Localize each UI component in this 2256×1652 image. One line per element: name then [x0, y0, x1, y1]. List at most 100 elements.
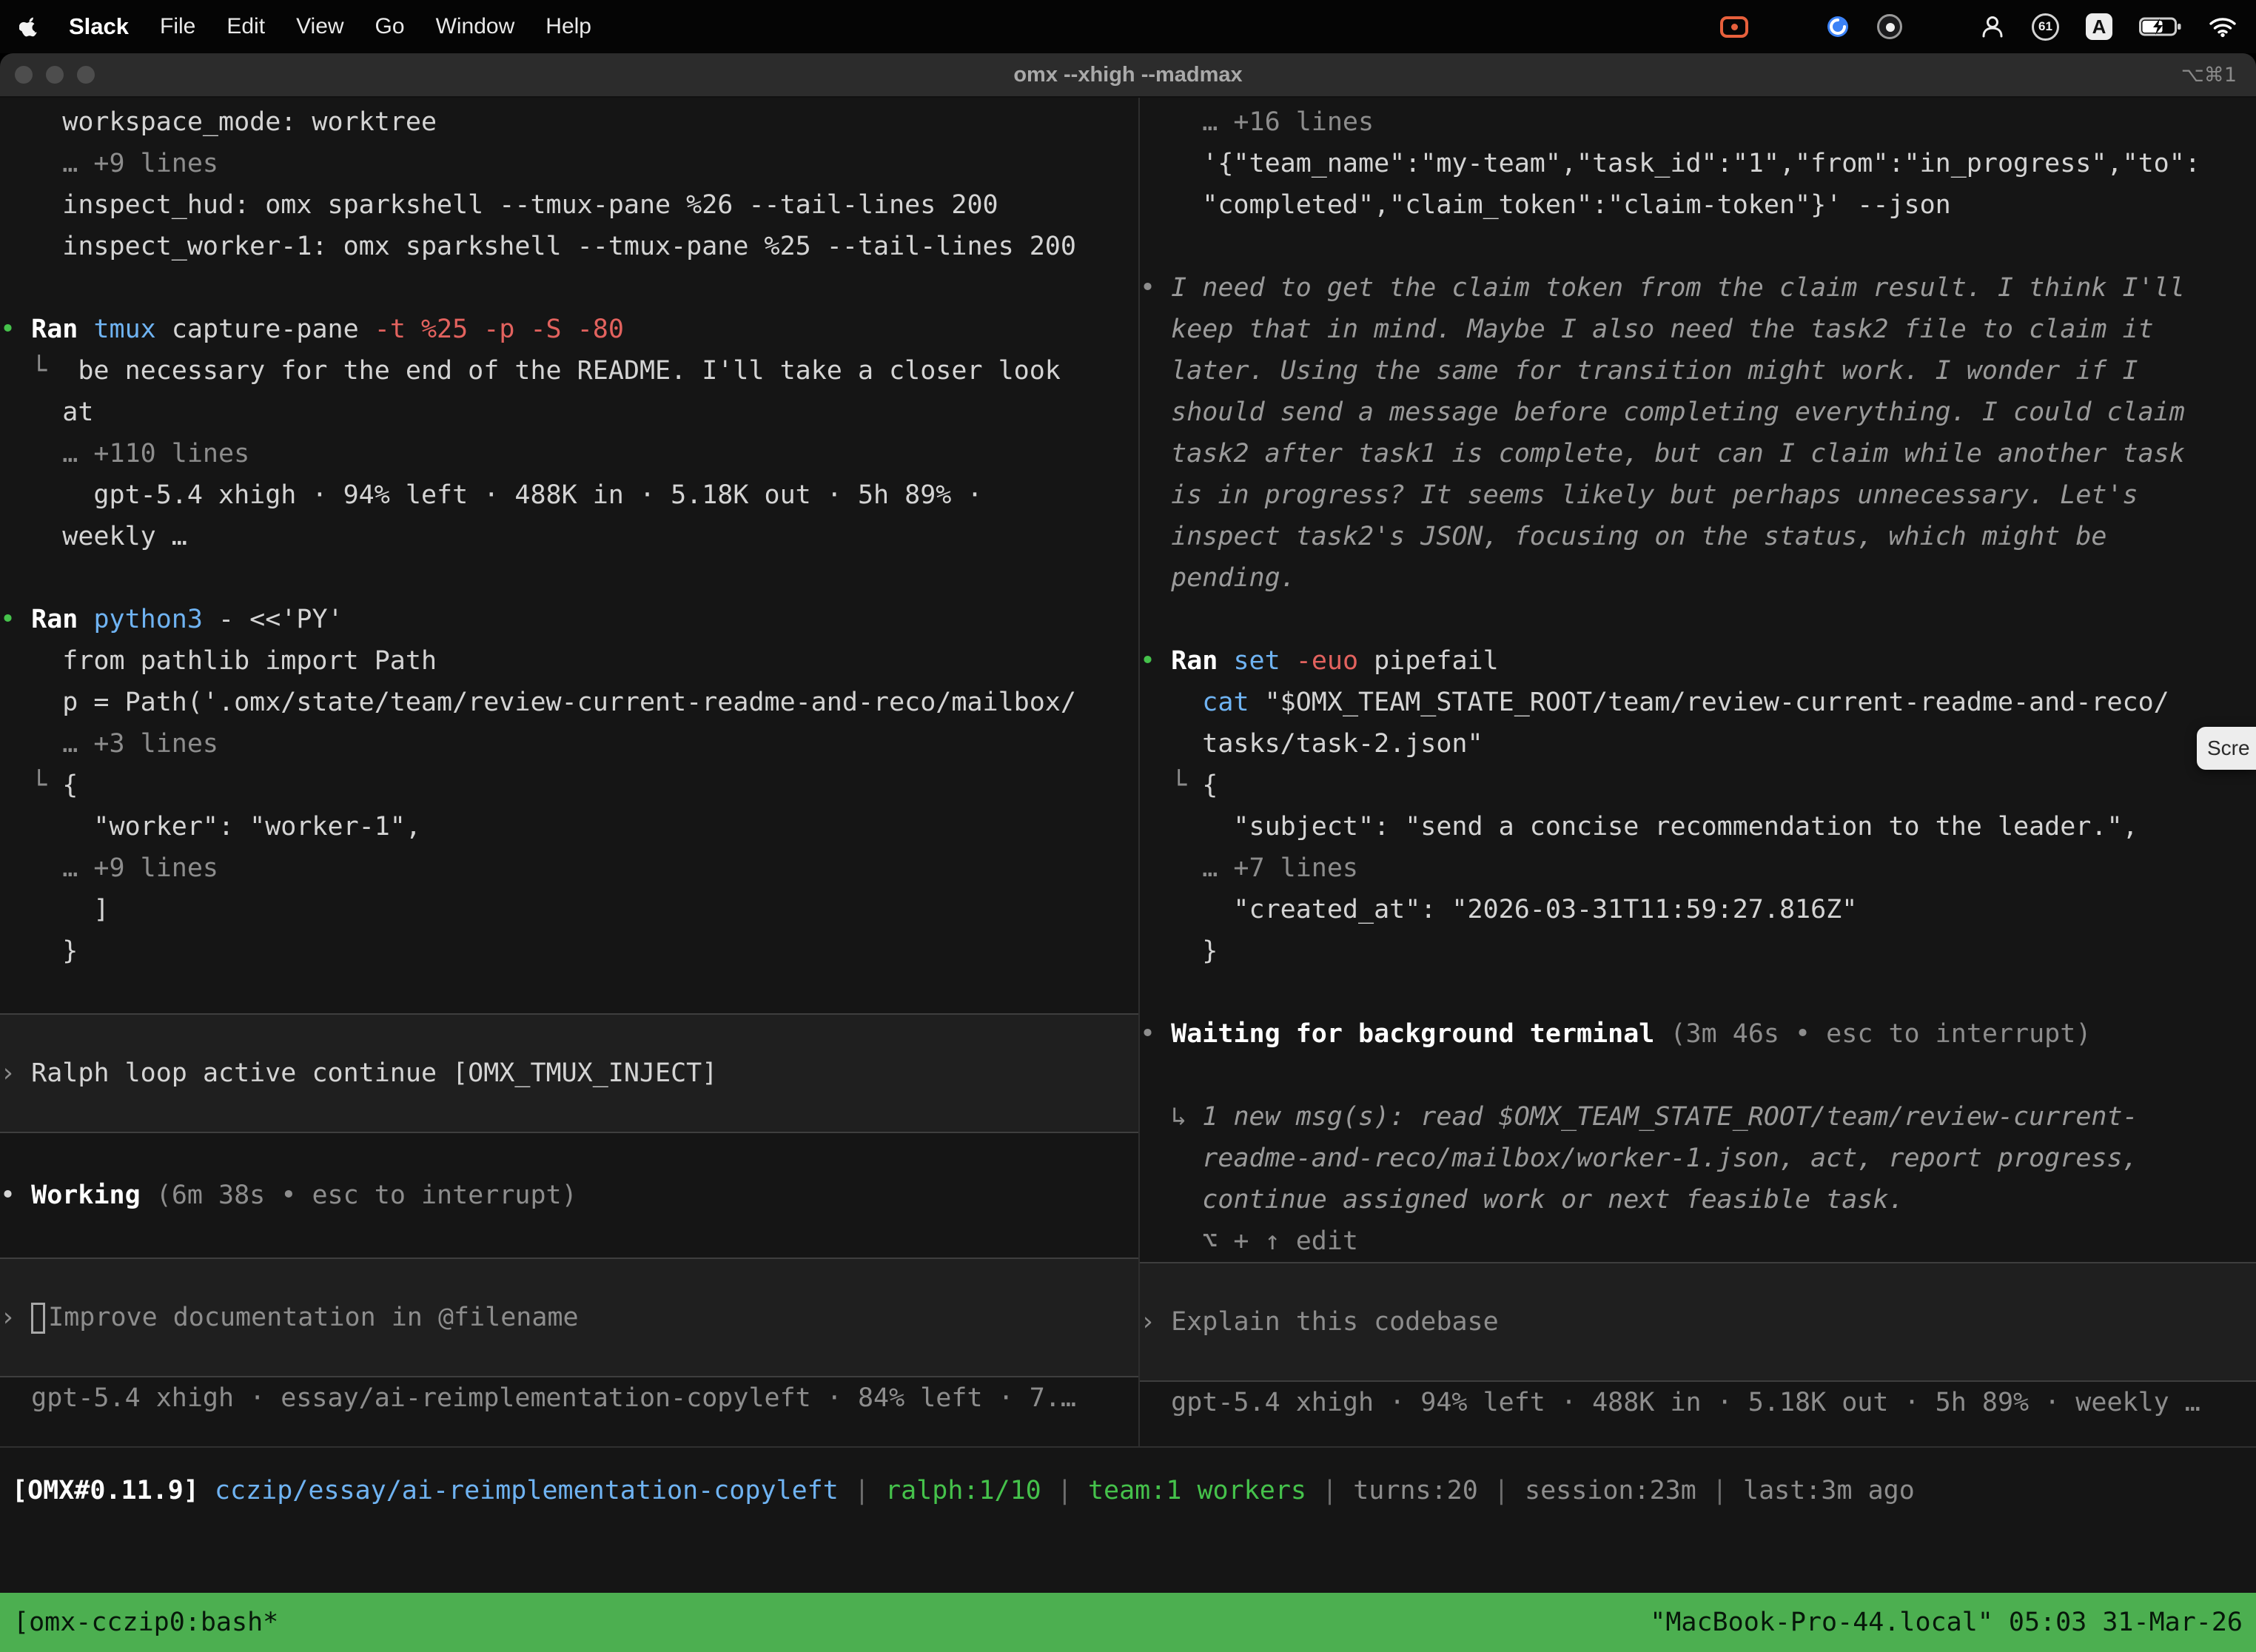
apple-menu-icon[interactable]: [19, 16, 38, 38]
terminal-line: "completed","claim_token":"claim-token"}…: [1140, 184, 2256, 226]
menu-window[interactable]: Window: [436, 14, 515, 39]
terminal-line: [0, 1133, 1138, 1175]
terminal-output-section: workspace_mode: worktree … +9 lines insp…: [0, 101, 1138, 1013]
queued-message-box[interactable]: › Ralph loop active continue [OMX_TMUX_I…: [0, 1013, 1138, 1133]
blue-swirl-icon[interactable]: [1825, 14, 1850, 39]
wifi-icon[interactable]: [2209, 16, 2237, 38]
zoom-button[interactable]: [77, 66, 95, 84]
terminal-output-section: • Working (6m 38s • esc to interrupt): [0, 1133, 1138, 1258]
text-segment: Waiting for background terminal: [1171, 1019, 1654, 1049]
text-segment: session:23m: [1525, 1476, 1696, 1505]
dark-disc-icon[interactable]: [1877, 14, 1902, 39]
terminal-line: weekly …: [0, 516, 1138, 557]
tmux-host-clock: "MacBook-Pro-44.local" 05:03 31-Mar-26: [1650, 1608, 2243, 1637]
text-segment: └: [0, 770, 62, 800]
text-segment: gpt-5.4 xhigh · essay/ai-reimplementatio…: [0, 1383, 1076, 1413]
text-segment: ralph:1/10: [885, 1476, 1041, 1505]
letter-a-app-icon[interactable]: A: [2086, 13, 2112, 40]
text-segment: ]: [0, 895, 110, 924]
text-segment: turns:20: [1353, 1476, 1478, 1505]
screen-overlay[interactable]: Scre: [2197, 727, 2256, 770]
record-dot-icon: [1731, 24, 1738, 30]
terminal-line: at: [0, 392, 1138, 433]
gauge-61-icon[interactable]: 61: [2032, 13, 2059, 41]
text-segment: |: [1306, 1476, 1353, 1505]
text-segment: (6m 38s • esc to interrupt): [141, 1181, 577, 1210]
terminal-line: • Ran python3 - <<'PY': [0, 599, 1138, 640]
terminal-line: • Working (6m 38s • esc to interrupt): [0, 1175, 1138, 1216]
terminal-line: should send a message before completing …: [1140, 392, 2256, 433]
terminal-line: readme-and-reco/mailbox/worker-1.json, a…: [1140, 1138, 2256, 1179]
text-segment: … +9 lines: [0, 149, 218, 178]
menu-edit[interactable]: Edit: [226, 14, 265, 39]
terminal-line: p = Path('.omx/state/team/review-current…: [0, 682, 1138, 723]
text-cursor: [31, 1303, 45, 1334]
text-segment: pipefail: [1358, 646, 1499, 676]
composer-box-left[interactable]: › Improve documentation in @filename: [0, 1258, 1138, 1377]
terminal-line: cat "$OMX_TEAM_STATE_ROOT/team/review-cu…: [1140, 682, 2256, 723]
terminal-output-section: gpt-5.4 xhigh · essay/ai-reimplementatio…: [0, 1377, 1138, 1419]
dots-grid-icon[interactable]: [1929, 19, 1953, 34]
text-segment: Explain this codebase: [1171, 1307, 1499, 1337]
terminal-line: ⌥ + ↑ edit: [1140, 1220, 2256, 1262]
text-segment: {: [1202, 770, 1218, 800]
text-segment: - <<'PY': [203, 605, 343, 634]
menu-view[interactable]: View: [296, 14, 343, 39]
terminal-line: later. Using the same for transition mig…: [1140, 350, 2256, 392]
text-segment: tasks/task-2.json": [1140, 729, 1483, 759]
terminal-line: • Ran tmux capture-pane -t %25 -p -S -80: [0, 309, 1138, 350]
screen-recording-icon[interactable]: [1720, 16, 1748, 38]
menu-app-name[interactable]: Slack: [69, 13, 129, 40]
text-segment: keep that in mind. Maybe I also need the…: [1171, 315, 2154, 344]
menu-help[interactable]: Help: [545, 14, 591, 39]
menu-go[interactable]: Go: [375, 14, 405, 39]
text-segment: readme-and-reco/mailbox/worker-1.json, a…: [1202, 1144, 2138, 1173]
terminal-line: … +7 lines: [1140, 847, 2256, 889]
terminal-line: [0, 972, 1138, 1013]
terminal-line: ]: [0, 889, 1138, 930]
text-segment: └: [1140, 770, 1202, 800]
terminal-line: › Improve documentation in @filename: [0, 1297, 1138, 1338]
user-icon[interactable]: [1980, 14, 2005, 39]
text-segment: "completed","claim_token":"claim-token"}…: [1140, 190, 1951, 220]
text-segment: [0, 273, 16, 303]
text-segment: [1140, 563, 1171, 593]
text-segment: {: [62, 770, 78, 800]
text-segment: └: [0, 356, 78, 386]
composer-box-right[interactable]: › Explain this codebase: [1140, 1262, 2256, 1382]
text-segment: '{"team_name":"my-team","task_id":"1","f…: [1140, 149, 2200, 178]
terminal-line: [1140, 1055, 2256, 1096]
text-segment: inspect_worker-1: omx sparkshell --tmux-…: [0, 232, 1076, 261]
terminal-line: … +110 lines: [0, 433, 1138, 474]
terminal-line: inspect_worker-1: omx sparkshell --tmux-…: [0, 226, 1138, 267]
menu-file[interactable]: File: [160, 14, 195, 39]
text-segment: [1140, 315, 1171, 344]
text-segment: }: [1140, 936, 1218, 966]
minimize-button[interactable]: [46, 66, 64, 84]
pane-right: … +16 lines '{"team_name":"my-team","tas…: [1140, 98, 2256, 1446]
grid-icon[interactable]: [1775, 15, 1799, 38]
text-segment: cczip/essay/ai-reimplementation-copyleft: [215, 1476, 839, 1505]
text-segment: later. Using the same for transition mig…: [1171, 356, 2138, 386]
text-segment: [1140, 688, 1202, 717]
terminal-line: └ {: [0, 765, 1138, 806]
terminal-line: gpt-5.4 xhigh · 94% left · 488K in · 5.1…: [1140, 1382, 2256, 1423]
text-segment: [0, 978, 16, 1007]
text-segment: team:1 workers: [1088, 1476, 1306, 1505]
terminal-line: … +16 lines: [1140, 101, 2256, 143]
terminal-line: "created_at": "2026-03-31T11:59:27.816Z": [1140, 889, 2256, 930]
battery-charging-icon[interactable]: [2139, 16, 2182, 38]
terminal-line: continue assigned work or next feasible …: [1140, 1179, 2256, 1220]
text-segment: cat: [1202, 688, 1249, 717]
text-segment: Improve documentation in @filename: [48, 1303, 578, 1332]
text-segment: … +3 lines: [0, 729, 218, 759]
text-segment: •: [0, 1181, 31, 1210]
terminal-line: • Waiting for background terminal (3m 46…: [1140, 1013, 2256, 1055]
text-segment: •: [1140, 646, 1171, 676]
text-segment: |: [1696, 1476, 1743, 1505]
omx-status-line: [OMX#0.11.9] cczip/essay/ai-reimplementa…: [0, 1446, 2256, 1535]
text-segment: [1140, 232, 1155, 261]
pane-left: workspace_mode: worktree … +9 lines insp…: [0, 98, 1138, 1446]
terminal-content: workspace_mode: worktree … +9 lines insp…: [0, 98, 2256, 1446]
close-button[interactable]: [15, 66, 33, 84]
